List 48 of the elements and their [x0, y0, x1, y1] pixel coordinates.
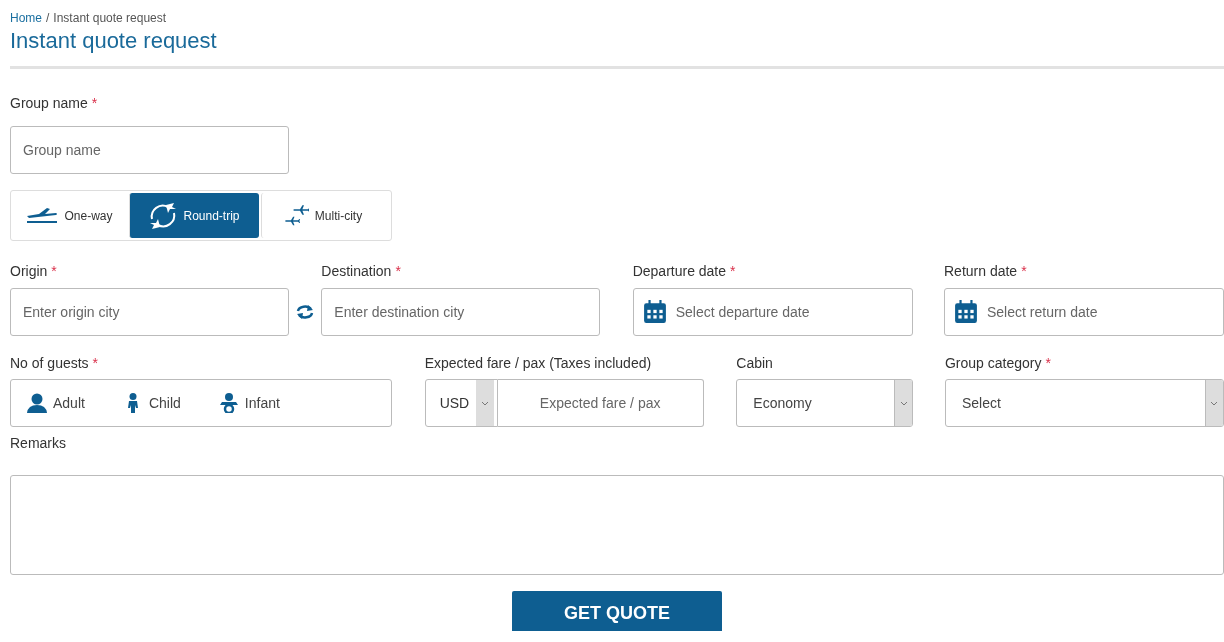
- airplanes-icon: [284, 203, 309, 228]
- date-field[interactable]: Select return date: [944, 288, 1224, 336]
- field-label: Expected fare / pax (Taxes included): [424, 353, 652, 373]
- trip-type-tab[interactable]: Round-trip: [129, 193, 259, 238]
- field-label: Return date: [944, 261, 1018, 281]
- swap-icon: [296, 304, 315, 320]
- page-title: Instant quote request: [10, 27, 218, 55]
- field-label: Remarks: [10, 433, 66, 453]
- guests-field[interactable]: Adult Child Infant: [10, 379, 392, 427]
- input-field[interactable]: Enter destination city: [321, 288, 601, 336]
- field-label: No of guests: [10, 353, 89, 373]
- field-label: Origin: [10, 261, 48, 281]
- remarks-field[interactable]: [10, 475, 1224, 575]
- breadcrumb-link[interactable]: Home: [10, 9, 42, 27]
- required-mark: *: [730, 261, 736, 281]
- date-field[interactable]: Select departure date: [632, 288, 913, 336]
- input-field[interactable]: Expected fare / pax: [497, 379, 704, 427]
- airplane-icon: [27, 208, 59, 223]
- get-quote-button[interactable]: GET QUOTE: [512, 591, 722, 631]
- required-mark: *: [1021, 261, 1027, 281]
- field-label: Group name: [10, 93, 88, 113]
- circular-airplanes-icon: [149, 201, 178, 230]
- guest-type-label: Child: [148, 393, 181, 413]
- required-mark: *: [91, 93, 98, 113]
- person-icon: [27, 393, 47, 413]
- chevron-down-icon: [899, 400, 908, 406]
- input-field[interactable]: Enter origin city: [10, 288, 289, 336]
- breadcrumb-current: Instant quote request: [53, 10, 167, 27]
- field-label: Departure date: [632, 261, 727, 281]
- calendar-icon: [954, 300, 978, 324]
- guest-type-label: Adult: [53, 393, 85, 413]
- required-mark: *: [395, 261, 401, 281]
- breadcrumb-separator: /: [46, 10, 50, 27]
- required-mark: *: [92, 353, 99, 373]
- select-field[interactable]: Economy: [736, 379, 914, 427]
- field-label: Destination: [321, 261, 392, 281]
- guest-type-label: Infant: [244, 393, 280, 413]
- required-mark: *: [51, 261, 57, 281]
- field-label: Cabin: [736, 353, 773, 373]
- select-field[interactable]: Select: [945, 379, 1224, 427]
- input-field[interactable]: Group name: [10, 126, 289, 174]
- field-label: Group category: [945, 353, 1042, 373]
- baby-icon: [218, 393, 239, 413]
- currency-select[interactable]: USD: [424, 379, 498, 427]
- calendar-icon: [642, 300, 667, 324]
- chevron-down-icon: [1210, 400, 1219, 406]
- required-mark: *: [1045, 353, 1051, 373]
- chevron-down-icon: [480, 400, 489, 406]
